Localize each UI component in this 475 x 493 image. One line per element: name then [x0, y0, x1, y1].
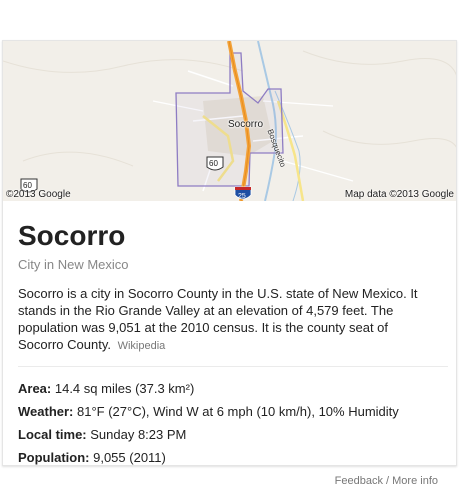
fact-label: Population:	[18, 450, 90, 465]
map-copyright-left: ©2013 Google	[6, 189, 71, 200]
interstate-25-shield-icon: 25	[234, 186, 252, 200]
knowledge-panel-card: 60 60 25 Socorro Bosquecito ©2013 Google…	[2, 40, 457, 466]
more-info-link[interactable]: More info	[392, 475, 438, 487]
fact-area: Area: 14.4 sq miles (37.3 km²)	[18, 377, 448, 400]
map-city-label: Socorro	[228, 119, 264, 130]
description-text: Socorro is a city in Socorro County in t…	[18, 286, 418, 352]
fact-weather: Weather: 81°F (27°C), Wind W at 6 mph (1…	[18, 400, 448, 423]
entity-title: Socorro	[18, 220, 126, 251]
fact-local-time: Local time: Sunday 8:23 PM	[18, 423, 448, 446]
location-map[interactable]: 60 60 25 Socorro Bosquecito ©2013 Google…	[3, 41, 456, 201]
panel-footer: Feedback / More info	[335, 475, 438, 487]
facts-list: Area: 14.4 sq miles (37.3 km²) Weather: …	[18, 366, 448, 465]
fact-label: Local time:	[18, 427, 87, 442]
fact-value: 81°F (27°C), Wind W at 6 mph (10 km/h), …	[73, 404, 399, 419]
fact-population: Population: 9,055 (2011)	[18, 446, 448, 465]
footer-separator: /	[382, 475, 393, 487]
entity-description: Socorro is a city in Socorro County in t…	[18, 285, 436, 355]
fact-value: 9,055 (2011)	[89, 450, 166, 465]
us60-shield-icon: 60	[206, 156, 224, 171]
entity-subtitle: City in New Mexico	[18, 257, 129, 272]
knowledge-panel-page: 60 60 25 Socorro Bosquecito ©2013 Google…	[0, 0, 475, 493]
wikipedia-link[interactable]: Wikipedia	[118, 340, 166, 352]
fact-label: Area:	[18, 381, 52, 396]
fact-value: Sunday 8:23 PM	[86, 427, 187, 442]
svg-text:25: 25	[238, 193, 246, 200]
svg-text:60: 60	[209, 159, 218, 168]
fact-value: 14.4 sq miles (37.3 km²)	[51, 381, 195, 396]
entity-details: Socorro City in New Mexico Socorro is a …	[18, 219, 448, 465]
fact-label: Weather:	[18, 404, 74, 419]
feedback-link[interactable]: Feedback	[335, 475, 383, 487]
map-copyright-right: Map data ©2013 Google	[344, 189, 454, 200]
